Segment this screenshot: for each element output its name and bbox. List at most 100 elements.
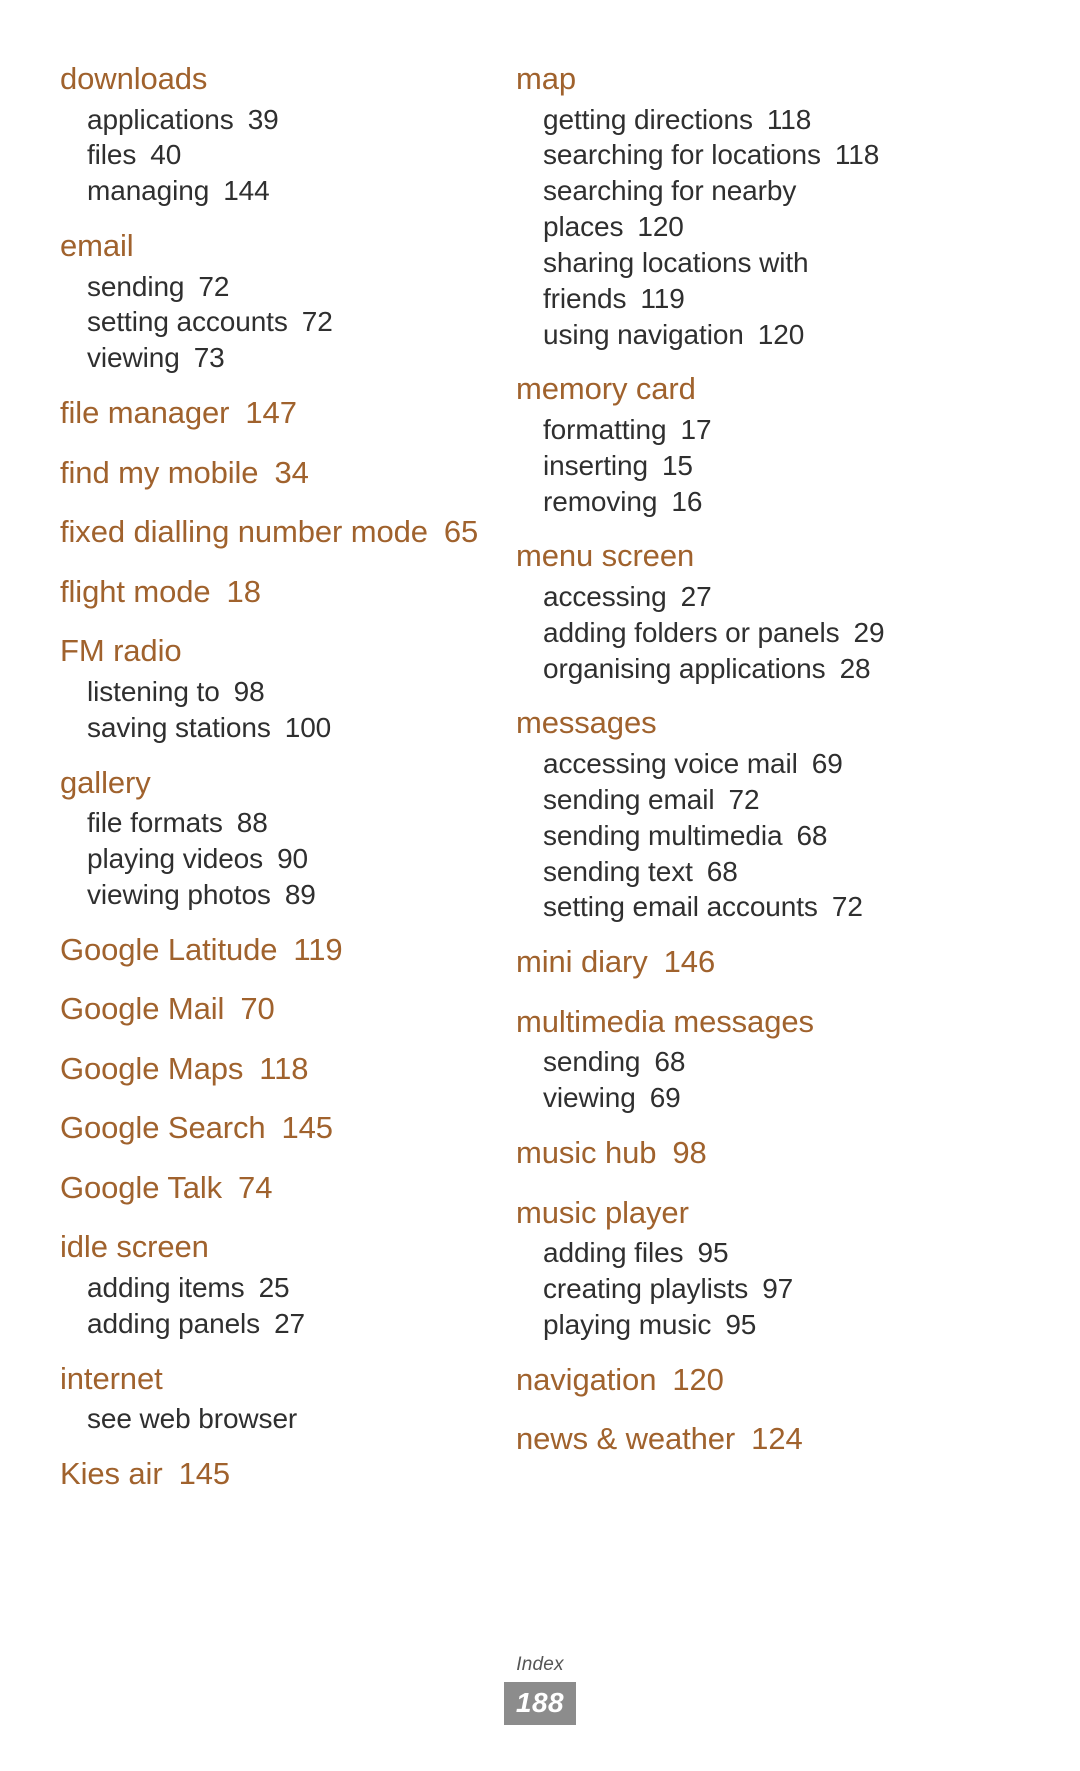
index-entry[interactable]: files 40 — [60, 137, 486, 173]
index-entry-term: saving stations — [87, 711, 271, 743]
index-entry-list: adding items 25 adding panels 27 — [60, 1270, 486, 1342]
index-group-heading[interactable]: Google Search 145 — [60, 1105, 486, 1151]
index-entry[interactable]: accessing voice mail 69 — [516, 746, 942, 782]
index-group: FM radio listening to 98 saving stations 100 — [60, 628, 486, 745]
index-entry-term: playing videos — [87, 842, 264, 874]
index-entry-term: playing music — [543, 1308, 712, 1340]
page-footer: Index 188 — [0, 1654, 1080, 1725]
index-entry[interactable]: listening to 98 — [60, 674, 486, 710]
index-entry-term: sending — [543, 1046, 641, 1078]
index-entry[interactable]: sharing locations with friends 119 — [516, 245, 942, 317]
index-entry[interactable]: formatting 17 — [516, 412, 942, 448]
index-entry[interactable]: adding files 95 — [516, 1235, 942, 1271]
index-group-term: gallery — [60, 764, 151, 800]
index-group: flight mode 18 — [60, 569, 486, 615]
index-entry-term: adding folders or panels — [543, 616, 840, 648]
index-entry[interactable]: saving stations 100 — [60, 710, 486, 746]
index-entry[interactable]: sending email 72 — [516, 782, 942, 818]
index-group-heading[interactable]: mini diary 146 — [516, 939, 942, 985]
index-group-heading[interactable]: fixed dialling number mode 65 — [60, 509, 486, 555]
index-entry-page-number: 69 — [811, 748, 843, 780]
index-entry-page-number: 72 — [301, 306, 333, 338]
index-entry-page-number: 118 — [766, 103, 812, 135]
index-entry-page-number: 73 — [193, 342, 225, 374]
index-entry[interactable]: getting directions 118 — [516, 102, 942, 138]
index-entry[interactable]: searching for nearby places 120 — [516, 173, 942, 245]
index-group-heading[interactable]: menu screen — [516, 533, 942, 579]
index-group: find my mobile 34 — [60, 450, 486, 496]
index-entry[interactable]: playing music 95 — [516, 1307, 942, 1343]
index-entry[interactable]: sending 72 — [60, 269, 486, 305]
index-group-heading[interactable]: Google Talk 74 — [60, 1165, 486, 1211]
index-group-heading[interactable]: gallery — [60, 760, 486, 806]
index-entry[interactable]: searching for locations 118 — [516, 137, 942, 173]
index-group-heading[interactable]: find my mobile 34 — [60, 450, 486, 496]
index-entry[interactable]: see web browser — [60, 1401, 486, 1437]
index-group-heading[interactable]: idle screen — [60, 1224, 486, 1270]
index-group-heading[interactable]: multimedia messages — [516, 999, 942, 1045]
index-entry[interactable]: sending 68 — [516, 1044, 942, 1080]
index-entry[interactable]: viewing 73 — [60, 340, 486, 376]
index-group-heading[interactable]: Google Mail 70 — [60, 986, 486, 1032]
index-group-page-number: 18 — [226, 573, 261, 609]
index-group-heading[interactable]: Google Maps 118 — [60, 1046, 486, 1092]
index-entry[interactable]: setting email accounts 72 — [516, 889, 942, 925]
index-entry[interactable]: inserting 15 — [516, 448, 942, 484]
index-entry[interactable]: sending multimedia 68 — [516, 818, 942, 854]
index-group-heading[interactable]: news & weather 124 — [516, 1416, 942, 1462]
index-entry[interactable]: viewing photos 89 — [60, 877, 486, 913]
index-entry[interactable]: sending text 68 — [516, 854, 942, 890]
index-entry-page-number: 98 — [233, 675, 265, 707]
index-entry-list: accessing 27 adding folders or panels 29 org… — [516, 579, 942, 686]
index-entry[interactable]: adding folders or panels 29 — [516, 615, 942, 651]
index-group-heading[interactable]: Google Latitude 119 — [60, 927, 486, 973]
index-entry[interactable]: file formats 88 — [60, 805, 486, 841]
index-entry-term: setting email accounts — [543, 891, 818, 923]
index-group-heading[interactable]: file manager 147 — [60, 390, 486, 436]
index-group-page-number: 145 — [178, 1456, 231, 1492]
index-entry-list: adding files 95 creating playlists 97 playin… — [516, 1235, 942, 1342]
index-group-heading[interactable]: navigation 120 — [516, 1357, 942, 1403]
index-group-heading[interactable]: music player — [516, 1190, 942, 1236]
index-group-heading[interactable]: map — [516, 56, 942, 102]
index-group-heading[interactable]: internet — [60, 1356, 486, 1402]
index-entry[interactable]: using navigation 120 — [516, 317, 942, 353]
index-group-page-number: 147 — [245, 395, 297, 431]
index-group-term: email — [60, 228, 134, 264]
index-entry[interactable]: accessing 27 — [516, 579, 942, 615]
index-group-term: mini diary — [516, 944, 648, 980]
index-group-term: FM radio — [60, 633, 182, 669]
index-group-term: downloads — [60, 61, 208, 96]
index-group-term: multimedia messages — [516, 1003, 814, 1039]
index-entry[interactable]: managing 144 — [60, 173, 486, 209]
index-group-heading[interactable]: music hub 98 — [516, 1130, 942, 1176]
index-entry-term: sending text — [543, 855, 693, 887]
index-entry[interactable]: setting accounts 72 — [60, 304, 486, 340]
index-group-page-number: 146 — [663, 944, 716, 980]
index-group-heading[interactable]: flight mode 18 — [60, 569, 486, 615]
index-group: music hub 98 — [516, 1130, 942, 1176]
index-group-page-number: 120 — [672, 1361, 724, 1397]
index-entry[interactable]: creating playlists 97 — [516, 1271, 942, 1307]
index-entry-page-number: 95 — [725, 1308, 757, 1340]
index-group-heading[interactable]: Kies air 145 — [60, 1451, 486, 1497]
index-entry[interactable]: viewing 69 — [516, 1080, 942, 1116]
index-group: Google Maps 118 — [60, 1046, 486, 1092]
index-entry[interactable]: playing videos 90 — [60, 841, 486, 877]
index-group-heading[interactable]: downloads — [60, 56, 486, 102]
index-entry-term: file formats — [87, 807, 223, 839]
index-entry-page-number: 95 — [697, 1237, 729, 1269]
index-group-heading[interactable]: messages — [516, 700, 942, 746]
index-entry[interactable]: applications 39 — [60, 102, 486, 138]
index-entry[interactable]: removing 16 — [516, 484, 942, 520]
index-entry-term: removing — [543, 485, 658, 517]
index-entry[interactable]: adding items 25 — [60, 1270, 486, 1306]
index-entry[interactable]: organising applications 28 — [516, 651, 942, 687]
index-group-page-number: 98 — [672, 1134, 707, 1170]
index-group-heading[interactable]: memory card — [516, 366, 942, 412]
index-entry-term: sending — [87, 270, 185, 302]
index-entry[interactable]: adding panels 27 — [60, 1306, 486, 1342]
index-group-heading[interactable]: FM radio — [60, 628, 486, 674]
index-entry-term: adding files — [543, 1237, 684, 1269]
index-group-heading[interactable]: email — [60, 223, 486, 269]
